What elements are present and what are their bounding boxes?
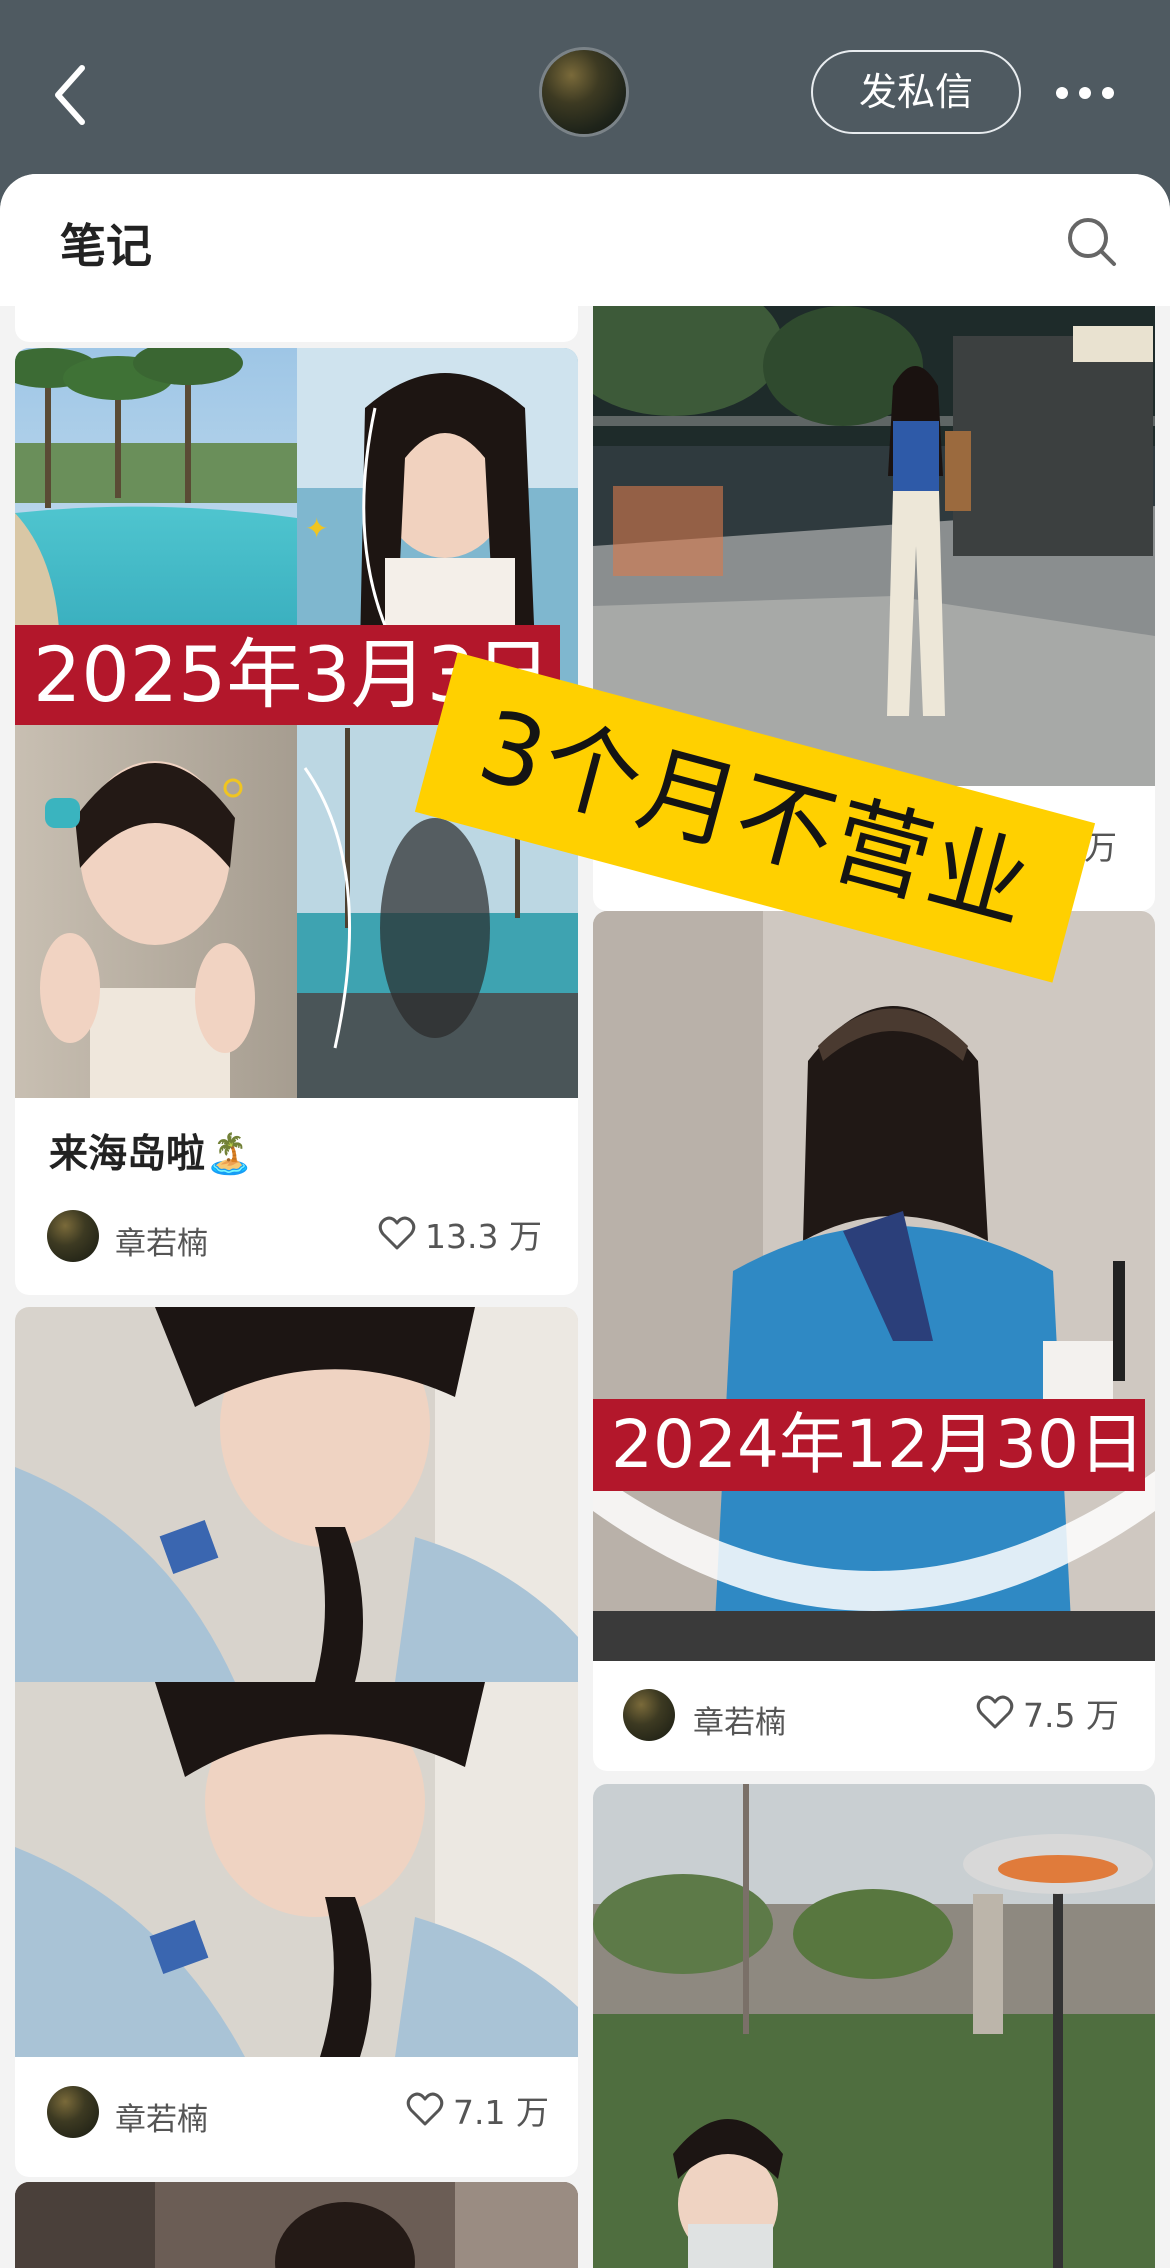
send-message-button[interactable]: 发私信 <box>811 50 1021 134</box>
note-card[interactable] <box>593 1784 1155 2268</box>
author-avatar <box>623 1689 675 1741</box>
sheet-title: 笔记 <box>60 219 152 273</box>
date-banner: 2024年12月30日 <box>593 1399 1145 1491</box>
search-button[interactable] <box>1064 214 1120 270</box>
heart-icon <box>976 1695 1014 1729</box>
author-name: 章若楠 <box>693 1705 786 1741</box>
note-cover-image <box>15 1307 578 2057</box>
like-count: 13.3 万 <box>425 1217 542 1256</box>
more-dot <box>1102 87 1114 99</box>
note-card-previous[interactable] <box>15 306 578 342</box>
note-title: 来海岛啦🏝️ <box>49 1132 254 1177</box>
chevron-left-icon <box>55 65 85 125</box>
note-cover-image <box>593 1784 1155 2268</box>
note-card[interactable]: 章若楠 7.1 万 <box>15 1307 578 2177</box>
author-avatar <box>47 2086 99 2138</box>
like-button[interactable]: 7.5 万 <box>975 1689 1119 1737</box>
like-button[interactable]: 7.1 万 <box>405 2086 549 2134</box>
like-button[interactable]: 13.3 万 <box>377 1210 542 1258</box>
note-cover-image: 2024年12月30日 <box>593 911 1155 1661</box>
mirror-selfie-photo <box>593 911 1155 1661</box>
heart-icon <box>406 2092 444 2126</box>
back-button[interactable] <box>48 60 98 130</box>
search-icon <box>1068 218 1116 266</box>
indoor-photo <box>15 2182 578 2268</box>
note-card[interactable] <box>15 2182 578 2268</box>
sheet-header: 笔记 <box>0 174 1170 306</box>
note-card[interactable]: 2024年12月30日 章若楠 7.5 万 <box>593 911 1155 1771</box>
more-dots-icon <box>1056 87 1068 99</box>
author-name: 章若楠 <box>115 1226 208 1262</box>
garden-photo <box>593 1784 1155 2268</box>
bed-selfie-photo <box>15 1307 578 2057</box>
author-avatar <box>47 1210 99 1262</box>
more-button[interactable] <box>1050 78 1120 108</box>
author-name: 章若楠 <box>115 2102 208 2138</box>
top-bar: 发私信 <box>0 0 1170 175</box>
more-dot <box>1079 87 1091 99</box>
notes-sheet: 笔记 ✦ 2025年3月3日 来海岛啦🏝️ 章若楠 13.3 万 万 2024年… <box>0 174 1170 2268</box>
like-count: 7.5 万 <box>1023 1696 1119 1735</box>
profile-avatar[interactable] <box>542 50 626 134</box>
note-cover-image <box>15 2182 578 2268</box>
svg-text:✦: ✦ <box>305 512 328 545</box>
heart-icon <box>378 1216 416 1250</box>
like-count: 7.1 万 <box>453 2093 549 2132</box>
